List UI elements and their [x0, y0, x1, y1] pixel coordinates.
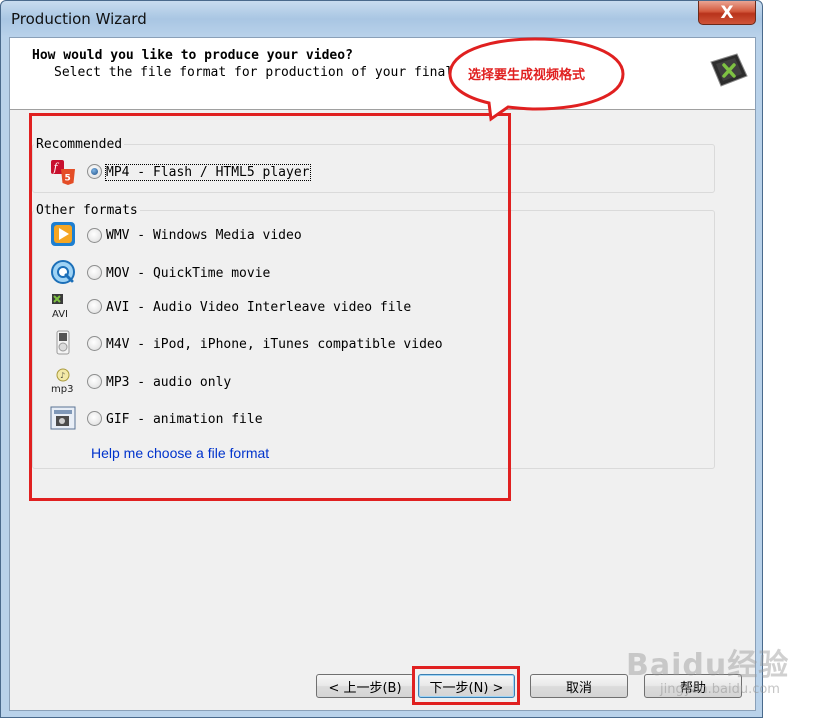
page-title: How would you like to produce your video… [32, 48, 353, 63]
page-subtitle: Select the file format for production of… [54, 65, 501, 80]
next-button-highlight [412, 666, 520, 705]
back-button[interactable]: < 上一步(B) [316, 674, 414, 698]
close-button[interactable]: X [698, 1, 756, 25]
annotation-text: 选择要生成视频格式 [468, 68, 586, 83]
cancel-button[interactable]: 取消 [530, 674, 628, 698]
baidu-watermark: Baidu经验 [626, 648, 790, 683]
window-title: Production Wizard [11, 10, 147, 28]
baidu-watermark-url: jingyan.baidu.com [660, 682, 780, 697]
format-options-highlight [29, 113, 511, 501]
wizard-header: How would you like to produce your video… [10, 38, 755, 110]
camtasia-logo-icon [710, 53, 748, 87]
